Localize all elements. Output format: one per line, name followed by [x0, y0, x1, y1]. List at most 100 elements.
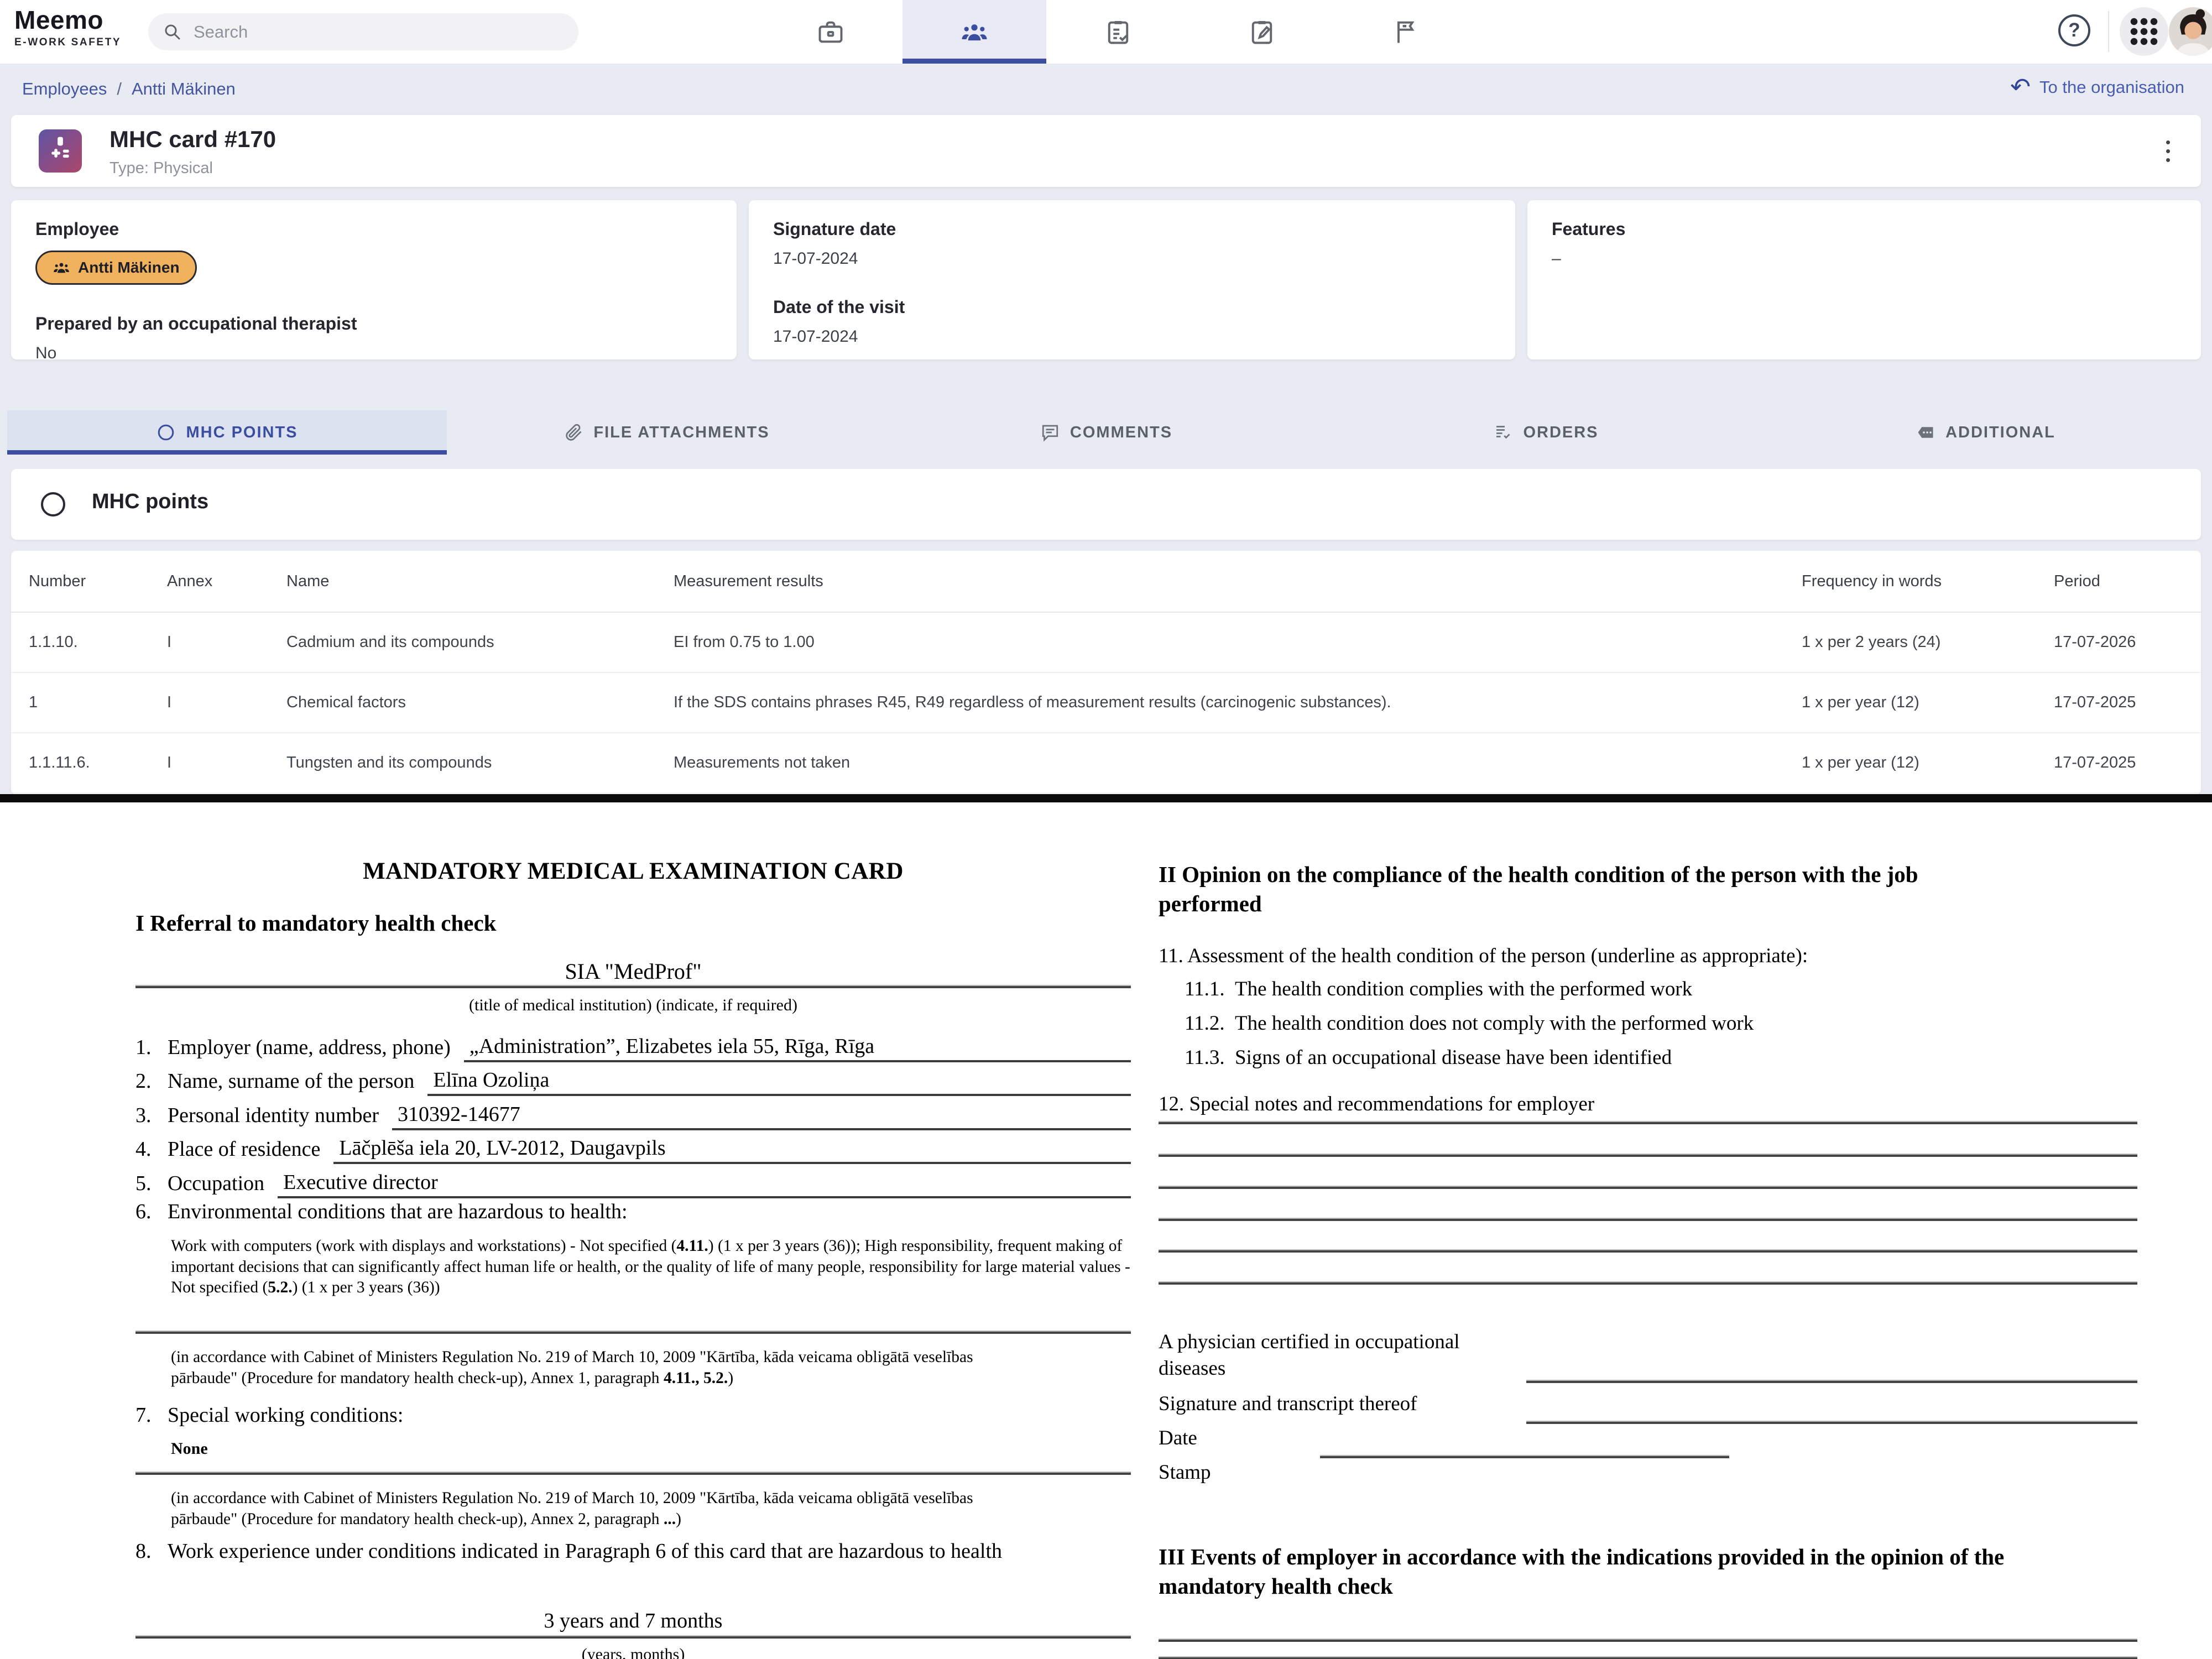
cell-number: 1 — [29, 693, 167, 712]
people-icon — [53, 259, 70, 276]
doc-item-11-2: 11.2. The health condition does not comp… — [1159, 1011, 1754, 1035]
doc-item-6-text: Work with computers (work with displays … — [171, 1236, 1130, 1298]
col-frequency: Frequency in words — [1802, 572, 2054, 591]
card-menu-button[interactable] — [2151, 134, 2184, 168]
doc-line — [1320, 1456, 1729, 1458]
doc-field-value: Executive director — [278, 1168, 1131, 1198]
col-measurement: Measurement results — [674, 572, 1802, 591]
app-window: Meemo E-WORK SAFETY — [0, 0, 2212, 1659]
tab-mhc-points[interactable]: MHC POINTS — [7, 410, 447, 455]
table-row[interactable]: 1.1.11.6. I Tungsten and its compounds M… — [11, 733, 2201, 794]
tab-label: FILE ATTACHMENTS — [593, 424, 769, 442]
doc-field-identity: 3. Personal identity number 310392-14677 — [135, 1098, 1131, 1133]
col-name: Name — [286, 572, 674, 591]
employee-chip[interactable]: Antti Mäkinen — [35, 251, 197, 285]
nav-item-notes[interactable] — [1190, 0, 1334, 64]
search-input[interactable] — [192, 22, 526, 43]
doc-experience-value: 3 years and 7 months — [135, 1609, 1131, 1633]
cell-measurement: Measurements not taken — [674, 754, 1802, 772]
doc-line — [135, 986, 1131, 988]
help-icon: ? — [2068, 19, 2080, 41]
col-annex: Annex — [167, 572, 286, 591]
nav-item-checks[interactable] — [1046, 0, 1190, 64]
doc-line — [1159, 1282, 2137, 1285]
cell-frequency: 1 x per year (12) — [1802, 754, 2054, 772]
nav-item-flags[interactable] — [1334, 0, 1478, 64]
brand-name: Meemo — [14, 7, 121, 33]
list-check-icon — [1493, 422, 1513, 442]
doc-field-value: Lāčplēša iela 20, LV-2012, Daugavpils — [333, 1134, 1131, 1164]
nav-item-work[interactable] — [759, 0, 902, 64]
table-row[interactable]: 1 I Chemical factors If the SDS contains… — [11, 673, 2201, 733]
doc-item-6: 6. Environmental conditions that are haz… — [135, 1199, 628, 1224]
apps-grid-icon — [2129, 17, 2159, 46]
main-nav — [759, 0, 1478, 64]
clipboard-pencil-icon — [1248, 18, 1276, 46]
tab-file-attachments[interactable]: FILE ATTACHMENTS — [447, 410, 886, 455]
apps-menu-button[interactable] — [2120, 7, 2168, 56]
circle-icon — [41, 492, 65, 517]
prepared-label: Prepared by an occupational therapist — [35, 314, 712, 334]
prepared-value: No — [35, 344, 712, 363]
kebab-icon — [2166, 140, 2170, 144]
doc-field-occupation: 5. Occupation Executive director — [135, 1166, 1131, 1201]
tab-label: ORDERS — [1523, 424, 1598, 442]
to-organisation-link[interactable]: ↶ To the organisation — [2010, 77, 2184, 97]
doc-section-2-heading: II Opinion on the compliance of the heal… — [1159, 860, 2021, 919]
cell-measurement: EI from 0.75 to 1.00 — [674, 633, 1802, 651]
breadcrumb: Employees / Antti Mäkinen — [22, 79, 236, 99]
doc-experience-note: (years, months) — [135, 1645, 1131, 1659]
help-button[interactable]: ? — [2058, 14, 2090, 46]
to-organisation-label: To the organisation — [2039, 77, 2184, 97]
document-right-column: II Opinion on the compliance of the heal… — [1159, 802, 2140, 1659]
medical-examination-document: MANDATORY MEDICAL EXAMINATION CARD I Ref… — [0, 802, 2212, 1659]
breadcrumb-current[interactable]: Antti Mäkinen — [132, 79, 236, 99]
tab-orders[interactable]: ORDERS — [1326, 410, 1766, 455]
breadcrumb-separator: / — [117, 79, 122, 99]
table-row[interactable]: 1.1.10. I Cadmium and its compounds EI f… — [11, 613, 2201, 673]
cell-name: Tungsten and its compounds — [286, 754, 674, 772]
mhc-card-header: MHC card #170 Type: Physical — [11, 115, 2201, 187]
doc-item-7: 7. Special working conditions: — [135, 1403, 403, 1427]
doc-institution: SIA "MedProf" — [135, 958, 1131, 984]
flag-icon — [1391, 18, 1420, 46]
employee-label: Employee — [35, 219, 712, 239]
doc-field-name: 2. Name, surname of the person Elīna Ozo… — [135, 1065, 1131, 1099]
tab-label: ADDITIONAL — [1945, 424, 2056, 442]
doc-section-3-heading: III Events of employer in accordance wit… — [1159, 1542, 2077, 1601]
cell-annex: I — [167, 754, 286, 772]
global-search[interactable] — [148, 13, 578, 50]
user-avatar[interactable] — [2169, 7, 2212, 56]
visit-date-value: 17-07-2024 — [773, 327, 1491, 346]
doc-fields: 1. Employer (name, address, phone) „Admi… — [135, 1030, 1131, 1201]
visit-date-label: Date of the visit — [773, 297, 1491, 317]
cell-number: 1.1.10. — [29, 633, 167, 651]
doc-field-value: „Administration”, Elizabetes iela 55, Rī… — [464, 1032, 1131, 1062]
document-title: MANDATORY MEDICAL EXAMINATION CARD — [135, 858, 1131, 885]
document-left-column: MANDATORY MEDICAL EXAMINATION CARD I Ref… — [135, 802, 1131, 1659]
doc-line — [135, 1473, 1131, 1475]
cell-period: 17-07-2025 — [2054, 754, 2201, 772]
table-header-row: Number Annex Name Measurement results Fr… — [11, 551, 2201, 613]
doc-item-12: 12. Special notes and recommendations fo… — [1159, 1092, 1594, 1116]
doc-line — [1159, 1219, 2137, 1221]
clipboard-check-icon — [1104, 18, 1133, 46]
tab-comments[interactable]: COMMENTS — [886, 410, 1326, 455]
features-value: – — [1552, 249, 2177, 268]
comment-icon — [1040, 422, 1060, 442]
people-icon — [960, 18, 989, 46]
tab-additional[interactable]: ADDITIONAL — [1766, 410, 2205, 455]
tab-label: COMMENTS — [1070, 424, 1172, 442]
doc-note-annex1: (in accordance with Cabinet of Ministers… — [171, 1347, 989, 1389]
section-title: MHC points — [92, 490, 208, 514]
cell-period: 17-07-2025 — [2054, 693, 2201, 712]
breadcrumb-employees[interactable]: Employees — [22, 79, 107, 99]
doc-field-employer: 1. Employer (name, address, phone) „Admi… — [135, 1030, 1131, 1065]
nav-item-employees[interactable] — [902, 0, 1046, 64]
doc-section-1-heading: I Referral to mandatory health check — [135, 910, 496, 936]
doc-signature-label: Signature and transcript thereof — [1159, 1392, 1417, 1416]
doc-field-value: Elīna Ozoliņa — [427, 1066, 1131, 1096]
col-period: Period — [2054, 572, 2201, 591]
app-logo[interactable]: Meemo E-WORK SAFETY — [14, 7, 121, 49]
brand-tagline: E-WORK SAFETY — [14, 36, 121, 49]
